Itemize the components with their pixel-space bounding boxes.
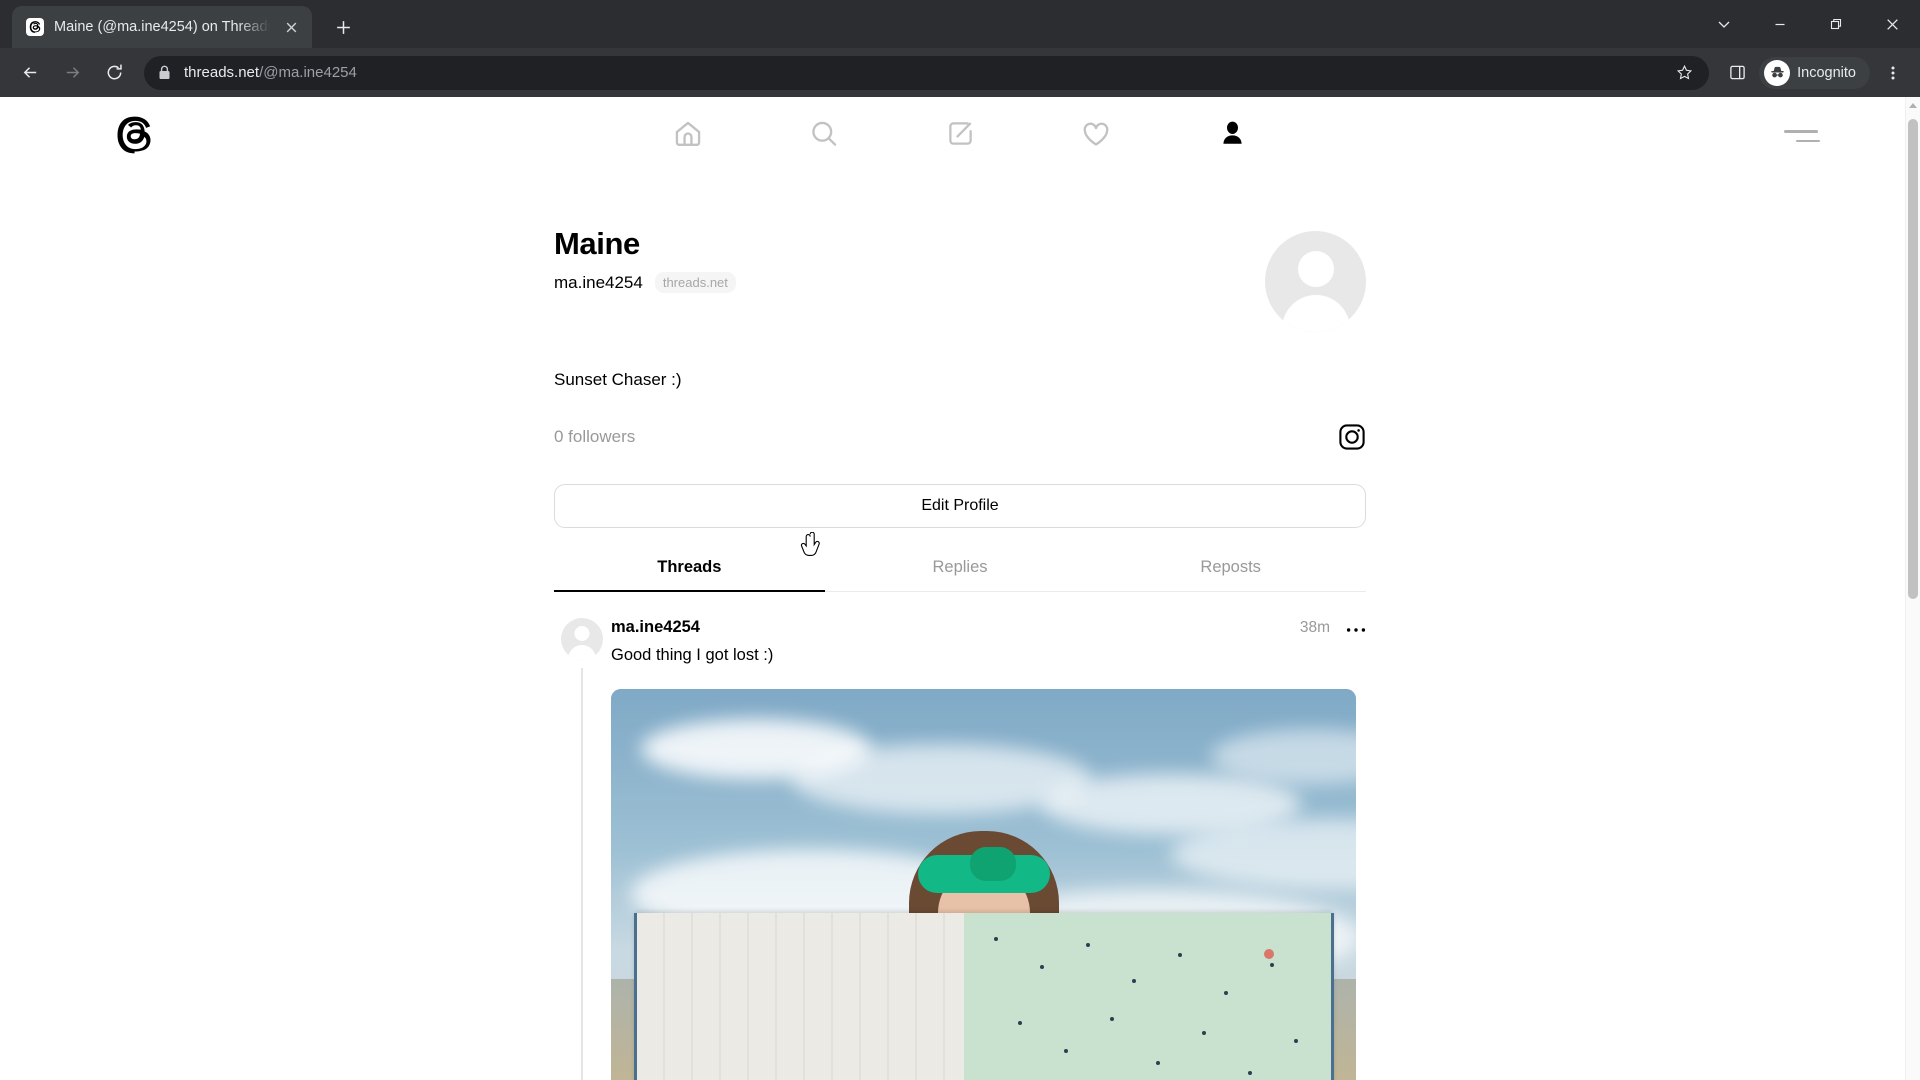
profile-bio: Sunset Chaser :) [554,370,682,389]
heart-icon [1080,118,1112,155]
photo-headband-knot [969,847,1016,881]
chevron-down-icon[interactable] [1696,4,1752,44]
url-path: /@ma.ine4254 [259,64,357,81]
threads-top-nav [0,97,1920,175]
profile-header: Maine ma.ine4254 threads.net [554,175,1366,332]
star-icon[interactable] [1669,58,1699,88]
hamburger-line [1784,130,1818,133]
post-header: ma.ine4254 38m [611,618,1366,637]
search-icon [808,118,840,155]
incognito-label: Incognito [1797,64,1856,81]
window-controls [1696,0,1920,48]
browser-toolbar: threads.net/@ma.ine4254 Incognito [0,48,1920,97]
tab-threads[interactable]: Threads [554,558,825,592]
nav-item-activity[interactable] [1028,105,1164,167]
hamburger-line [1796,139,1820,142]
page-scrollbar[interactable] [1905,97,1920,1080]
post-meta: 38m [1300,619,1366,637]
domain-badge: threads.net [654,272,736,294]
profile-meta: 0 followers [554,423,1366,451]
minimize-button[interactable] [1752,4,1808,44]
nav-item-search[interactable] [756,105,892,167]
url-text: threads.net/@ma.ine4254 [184,64,357,81]
default-avatar-body [568,645,596,660]
tab-title: Maine (@ma.ine4254) on Threads [54,19,270,35]
home-icon [672,118,704,155]
profile-username: ma.ine4254 [554,272,643,292]
nav-item-home[interactable] [620,105,756,167]
default-avatar-body [1281,295,1350,332]
post-avatar-column [554,618,610,1080]
post-image[interactable] [611,689,1356,1080]
photo-map-markers [964,913,1331,1080]
tab-replies[interactable]: Replies [825,558,1096,591]
tab-label: Replies [932,558,988,576]
address-bar[interactable]: threads.net/@ma.ine4254 [144,55,1710,90]
avatar[interactable] [1265,231,1366,332]
photo-paper-map [633,913,1334,1080]
instagram-icon[interactable] [1338,423,1366,451]
hamburger-menu-icon[interactable] [1784,123,1820,149]
url-host: threads.net [184,64,260,81]
photo-map-right-panel [963,913,1334,1080]
nav-item-profile[interactable] [1164,105,1300,167]
post-body: ma.ine4254 38m Good thing I got lost :) [610,618,1366,1080]
close-icon[interactable] [280,16,302,38]
scrollbar-thumb[interactable] [1908,119,1918,599]
tab-strip: Maine (@ma.ine4254) on Threads [0,0,1920,48]
profile-tabs: Threads Replies Reposts [554,558,1366,592]
more-options-icon[interactable] [1346,622,1366,633]
default-avatar-icon [574,626,590,641]
nav-item-compose[interactable] [892,105,1028,167]
browser-window: Maine (@ma.ine4254) on Threads threads.n… [0,0,1920,1080]
scroll-up-arrow-icon[interactable] [1909,103,1917,108]
new-tab-button[interactable] [326,10,360,44]
edit-profile-button[interactable]: Edit Profile [554,484,1366,528]
back-arrow-icon[interactable] [10,53,50,93]
post-item[interactable]: ma.ine4254 38m Good thing I got lost :) [554,592,1366,1080]
page-viewport: Maine ma.ine4254 threads.net Sunset Chas… [0,97,1920,1080]
tab-label: Threads [657,558,722,576]
three-dot-menu-icon[interactable] [1876,54,1910,92]
profile-content: Maine ma.ine4254 threads.net Sunset Chas… [554,175,1366,1080]
close-window-button[interactable] [1864,4,1920,44]
lock-icon [158,65,172,81]
threads-logo-icon[interactable] [108,109,160,161]
post-text: Good thing I got lost :) [611,646,774,664]
incognito-indicator[interactable]: Incognito [1759,56,1870,89]
incognito-avatar-icon [1764,59,1791,86]
post-author[interactable]: ma.ine4254 [611,618,700,637]
default-avatar-icon [1297,251,1334,287]
browser-tab[interactable]: Maine (@ma.ine4254) on Threads [12,6,312,48]
avatar[interactable] [561,618,603,660]
tab-label: Reposts [1200,558,1261,576]
nav-icon-group [620,105,1300,167]
post-timestamp: 38m [1299,618,1330,636]
omnibox-actions [1669,56,1699,90]
threads-logo-icon [26,18,44,36]
reload-icon[interactable] [94,53,134,93]
restore-icon[interactable] [1808,4,1864,44]
profile-identity: Maine ma.ine4254 threads.net [554,226,736,294]
follower-count[interactable]: 0 followers [554,427,635,447]
edit-profile-label: Edit Profile [921,497,999,514]
compose-icon [945,118,976,154]
tab-reposts[interactable]: Reposts [1095,558,1366,591]
page-title: Maine [554,226,640,261]
photo-map-highlight [1263,949,1274,959]
handle-row: ma.ine4254 threads.net [554,272,736,294]
forward-arrow-icon[interactable] [52,53,92,93]
side-panel-icon[interactable] [1719,54,1755,92]
person-icon [1217,118,1248,154]
photo-map-left-panel [633,913,964,1080]
thread-connector-line [581,668,583,1080]
